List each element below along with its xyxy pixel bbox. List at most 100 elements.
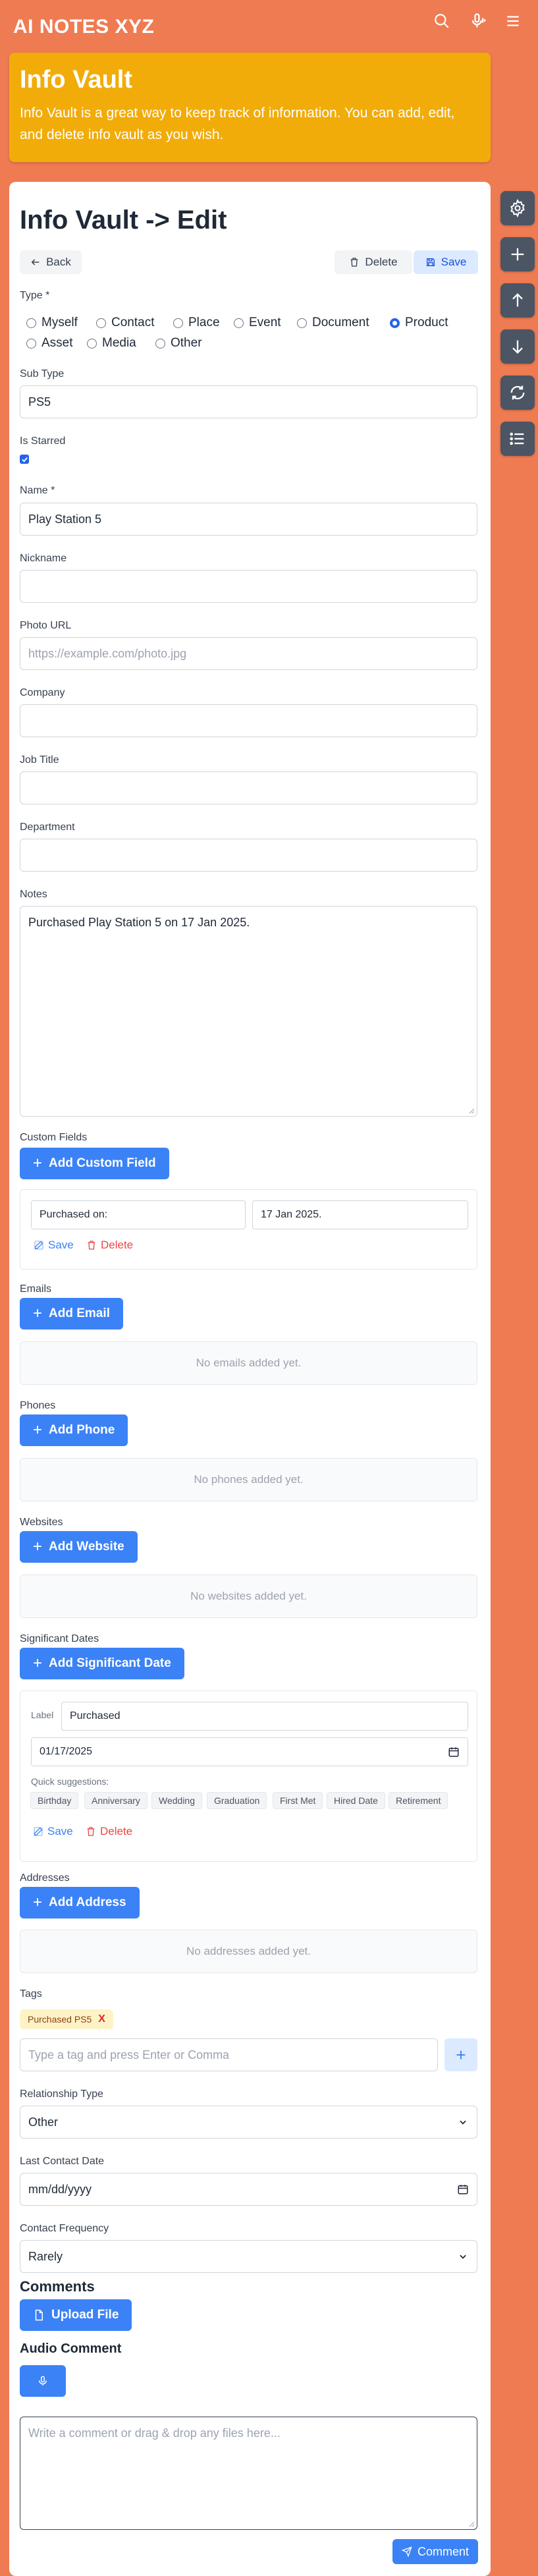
type-option-media[interactable]: Media [87, 336, 136, 350]
nickname-input[interactable] [20, 570, 477, 603]
significant-date-date-input[interactable]: 01/17/2025 [31, 1737, 468, 1766]
contact-frequency-value: Rarely [28, 2249, 63, 2263]
refresh-button[interactable] [500, 376, 535, 410]
calendar-icon[interactable] [457, 2183, 469, 2195]
add-significant-date-button[interactable]: + Add Significant Date [20, 1648, 184, 1679]
save-button[interactable]: Save [414, 250, 478, 274]
search-icon[interactable] [431, 11, 452, 32]
company-label: Company [20, 687, 65, 698]
suggestion-chip-hired-date[interactable]: Hired Date [327, 1792, 385, 1809]
significant-date-date-value: 01/17/2025 [40, 1746, 93, 1757]
back-button[interactable]: Back [20, 250, 82, 274]
name-label: Name * [20, 485, 55, 496]
relationship-type-select[interactable]: Other [20, 2106, 477, 2139]
last-contact-date-label: Last Contact Date [20, 2156, 105, 2167]
type-option-label: Place [188, 316, 220, 329]
suggestion-chip-graduation[interactable]: Graduation [207, 1792, 267, 1809]
type-option-place[interactable]: Place [173, 316, 220, 330]
settings-button[interactable] [500, 191, 535, 225]
addresses-empty-state: No addresses added yet. [20, 1930, 477, 1973]
type-option-label: Asset [41, 336, 73, 350]
add-phone-button[interactable]: + Add Phone [20, 1414, 128, 1446]
notes-textarea[interactable]: Purchased Play Station 5 on 17 Jan 2025. [20, 906, 477, 1117]
info-banner: Info Vault Info Vault is a great way to … [9, 53, 491, 162]
sub-type-input[interactable]: PS5 [20, 385, 477, 418]
tag-input[interactable]: Type a tag and press Enter or Comma [20, 2038, 438, 2071]
significant-date-save-label: Save [47, 1825, 73, 1837]
emails-empty-state: No emails added yet. [20, 1341, 477, 1385]
custom-field-delete-link[interactable]: Delete [86, 1239, 133, 1252]
tag-remove-icon[interactable]: X [98, 2013, 105, 2025]
list-button[interactable] [500, 422, 535, 456]
resize-handle-icon[interactable] [468, 2521, 475, 2527]
add-custom-field-button[interactable]: + Add Custom Field [20, 1148, 169, 1179]
suggestion-chip-retirement[interactable]: Retirement [389, 1792, 448, 1809]
contact-frequency-select[interactable]: Rarely [20, 2240, 477, 2273]
scroll-bottom-button[interactable] [500, 329, 535, 364]
type-option-asset[interactable]: Asset [26, 336, 73, 350]
photo-url-input[interactable]: https://example.com/photo.jpg [20, 637, 477, 670]
chevron-down-icon [460, 2120, 466, 2125]
is-starred-checkbox[interactable] [20, 455, 29, 464]
delete-button[interactable]: Delete [335, 250, 412, 274]
type-option-label: Other [171, 336, 202, 350]
type-option-contact[interactable]: Contact [96, 316, 154, 330]
addresses-label: Addresses [20, 1872, 70, 1884]
edit-icon [34, 1241, 43, 1250]
radio-icon [96, 318, 106, 328]
comment-textarea[interactable]: Write a comment or drag & drop any files… [20, 2417, 477, 2530]
app-title[interactable]: AI NOTES XYZ [13, 16, 154, 38]
custom-fields-label: Custom Fields [20, 1132, 88, 1143]
last-contact-date-input[interactable]: mm/dd/yyyy [20, 2173, 477, 2206]
add-website-label: Add Website [49, 1540, 124, 1554]
significant-date-save-link[interactable]: Save [33, 1825, 73, 1838]
type-option-myself[interactable]: Myself [26, 316, 78, 330]
calendar-icon[interactable] [448, 1746, 460, 1758]
plus-icon: + [33, 1538, 43, 1555]
submit-comment-button[interactable]: Comment [392, 2539, 478, 2564]
department-input[interactable] [20, 839, 477, 872]
add-phone-label: Add Phone [49, 1423, 115, 1437]
suggestion-chip-birthday[interactable]: Birthday [30, 1792, 79, 1809]
upload-file-button[interactable]: Upload File [20, 2299, 132, 2331]
type-option-document[interactable]: Document [297, 316, 369, 330]
type-option-product[interactable]: Product [390, 316, 448, 330]
custom-field-value-input[interactable]: 17 Jan 2025. [252, 1200, 468, 1229]
checkmark-icon [21, 457, 28, 462]
type-option-other[interactable]: Other [155, 336, 202, 350]
add-address-button[interactable]: + Add Address [20, 1887, 140, 1918]
significant-dates-label: Significant Dates [20, 1633, 99, 1644]
settings-icon [510, 199, 525, 217]
chevron-down-icon [460, 2254, 466, 2259]
comment-placeholder: Write a comment or drag & drop any files… [28, 2426, 281, 2440]
add-button[interactable] [500, 237, 535, 271]
resize-handle-icon[interactable] [468, 1107, 475, 1114]
add-significant-date-label: Add Significant Date [49, 1656, 171, 1670]
suggestion-chip-wedding[interactable]: Wedding [151, 1792, 203, 1809]
microphone-voice-icon[interactable] [467, 11, 488, 32]
list-icon [510, 432, 524, 445]
scroll-top-button[interactable] [500, 283, 535, 318]
record-audio-button[interactable] [20, 2365, 66, 2397]
significant-date-label-input[interactable]: Purchased [61, 1702, 468, 1731]
significant-date-delete-link[interactable]: Delete [86, 1825, 132, 1838]
add-tag-button[interactable]: + [444, 2038, 477, 2071]
type-option-label: Myself [41, 316, 78, 329]
suggestion-chip-first-met[interactable]: First Met [273, 1792, 323, 1809]
comments-heading: Comments [20, 2278, 95, 2295]
menu-icon[interactable] [502, 11, 524, 32]
suggestion-chip-anniversary[interactable]: Anniversary [84, 1792, 148, 1809]
photo-url-label: Photo URL [20, 620, 72, 631]
phones-empty-state: No phones added yet. [20, 1458, 477, 1501]
name-input[interactable]: Play Station 5 [20, 503, 477, 536]
add-email-button[interactable]: + Add Email [20, 1298, 123, 1330]
company-input[interactable] [20, 704, 477, 737]
job-title-input[interactable] [20, 771, 477, 804]
header-actions [431, 11, 524, 32]
add-website-button[interactable]: + Add Website [20, 1531, 138, 1563]
app-header: AI NOTES XYZ [0, 0, 538, 53]
type-option-event[interactable]: Event [234, 316, 281, 330]
custom-field-save-link[interactable]: Save [34, 1239, 74, 1252]
custom-field-key-input[interactable]: Purchased on: [31, 1200, 246, 1229]
arrow-left-icon [31, 259, 40, 266]
